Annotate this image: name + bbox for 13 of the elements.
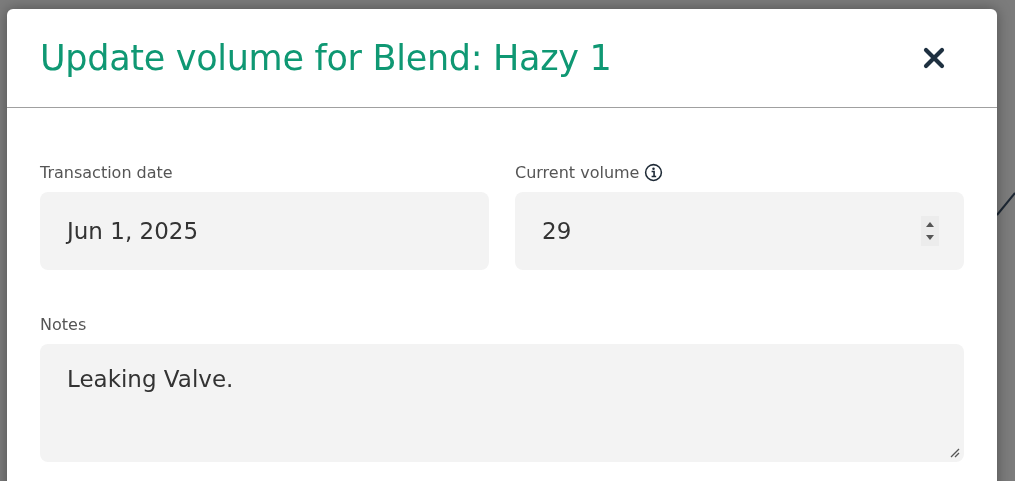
- field-label: Notes: [40, 314, 87, 334]
- date-field[interactable]: Jun 1, 2025: [40, 192, 489, 270]
- info-icon[interactable]: [644, 162, 664, 182]
- volume-field[interactable]: 29: [515, 192, 964, 270]
- notes-field[interactable]: Leaking Valve.: [40, 344, 964, 462]
- field-label: Current volume: [515, 162, 640, 182]
- chart-line: [996, 192, 1015, 216]
- close-button[interactable]: [923, 47, 945, 69]
- spinner-icon[interactable]: [921, 216, 939, 246]
- resize-icon[interactable]: [950, 448, 960, 458]
- dialog-title: Update volume for Blend: Hazy 1: [40, 38, 612, 78]
- field-label: Transaction date: [40, 162, 173, 182]
- close-icon: [923, 47, 945, 69]
